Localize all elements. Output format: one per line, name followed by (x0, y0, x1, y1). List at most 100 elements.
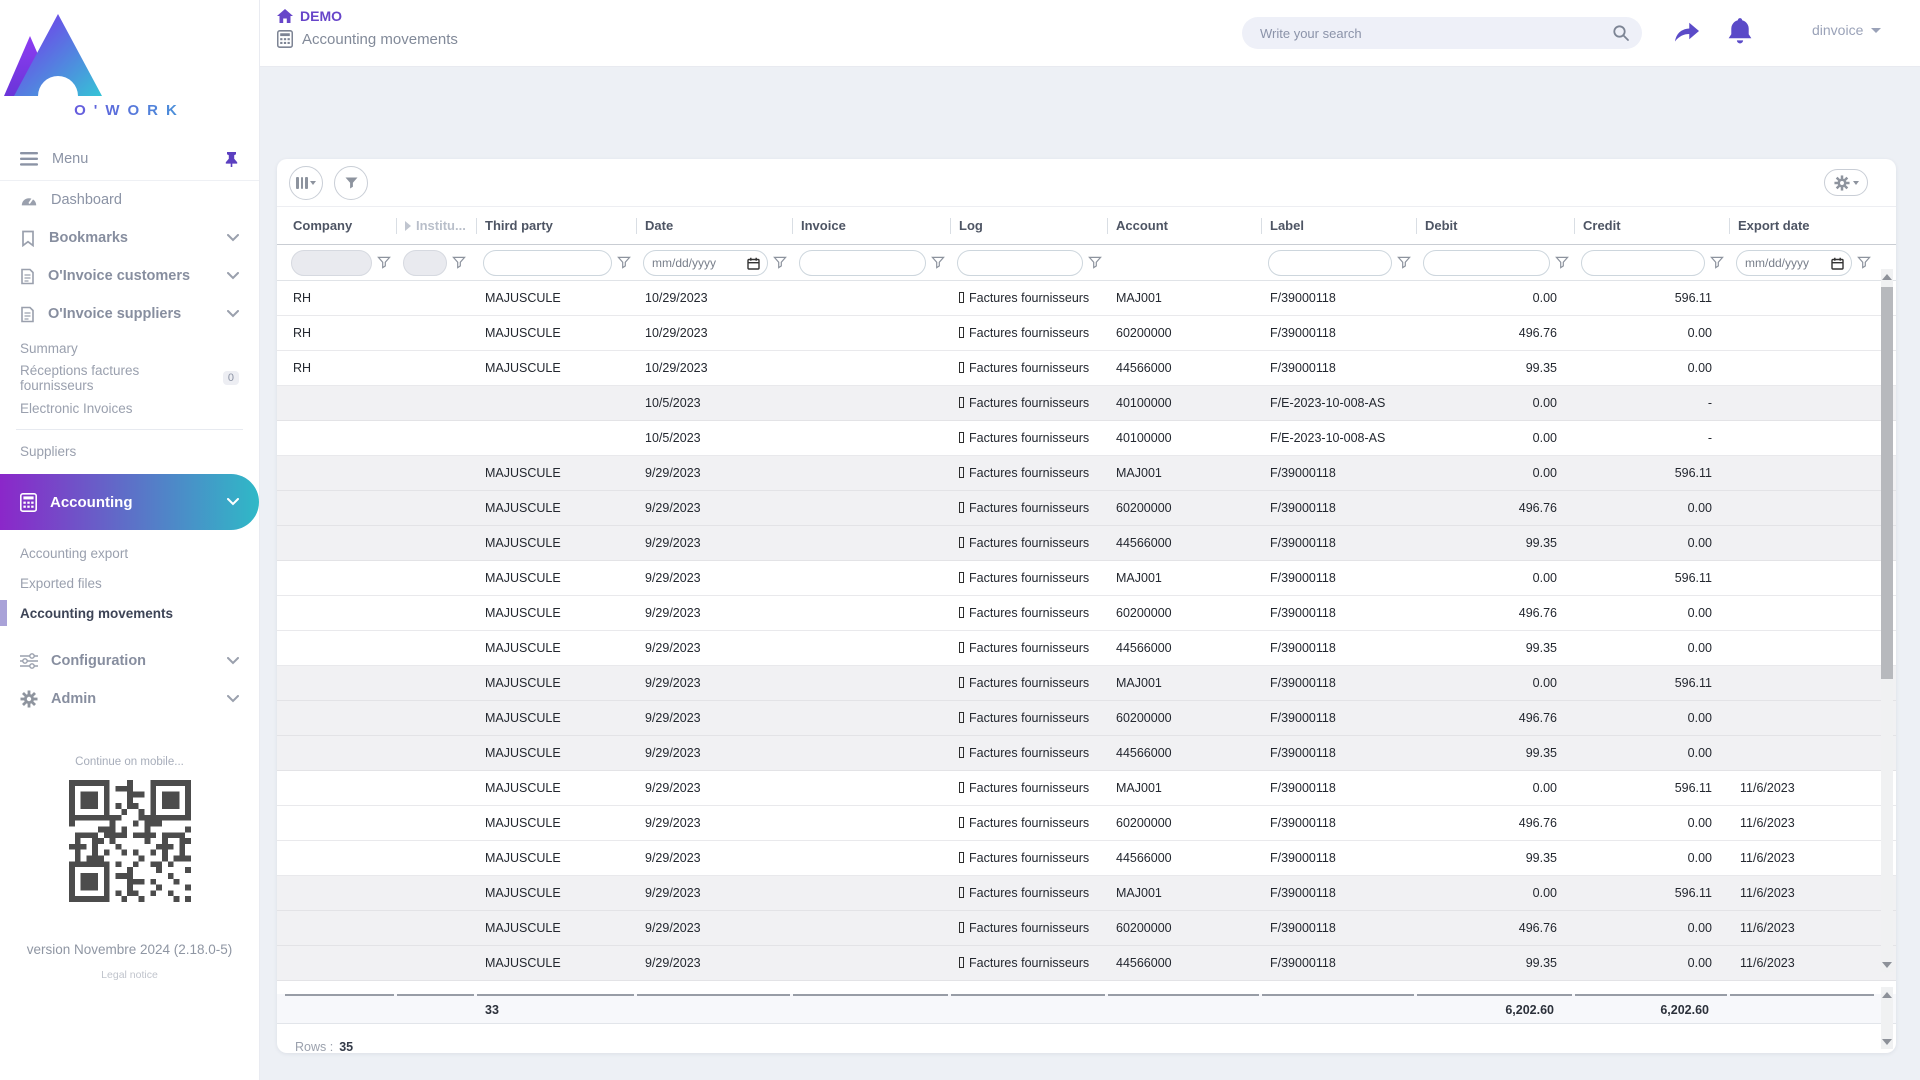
col-header-export-date[interactable]: Export date (1730, 207, 1877, 244)
table-row[interactable]: MAJUSCULE9/29/2023Factures fournisseurs6… (277, 596, 1896, 631)
calendar-icon[interactable] (747, 257, 760, 270)
filter-date-input[interactable] (652, 256, 759, 270)
funnel-icon[interactable] (452, 256, 466, 269)
filter-button[interactable] (334, 166, 368, 200)
vertical-scrollbar[interactable] (1881, 269, 1893, 972)
col-header-institution[interactable]: Institu... (397, 207, 477, 244)
filter-credit-input[interactable] (1590, 256, 1696, 270)
table-row[interactable]: 10/5/2023Factures fournisseurs40100000F/… (277, 386, 1896, 421)
cell-debit: 496.76 (1417, 326, 1575, 340)
scroll-up-arrow-icon[interactable] (1882, 274, 1892, 280)
funnel-icon[interactable] (1857, 256, 1871, 269)
share-icon[interactable] (1672, 16, 1702, 46)
scroll-down-arrow-icon[interactable] (1882, 962, 1892, 968)
filter-label-input[interactable] (1277, 256, 1383, 270)
notifications-bell-icon[interactable] (1726, 16, 1754, 46)
cell-account: 40100000 (1108, 431, 1262, 445)
table-row[interactable]: MAJUSCULE9/29/2023Factures fournisseurs4… (277, 946, 1896, 981)
table-row[interactable]: MAJUSCULE9/29/2023Factures fournisseursM… (277, 666, 1896, 701)
funnel-icon[interactable] (617, 256, 631, 269)
cell-company: RH (285, 291, 397, 305)
scroll-up-arrow-icon[interactable] (1882, 992, 1892, 998)
funnel-icon[interactable] (377, 256, 391, 269)
table-row[interactable]: RHMAJUSCULE10/29/2023Factures fournisseu… (277, 351, 1896, 386)
table-row[interactable]: RHMAJUSCULE10/29/2023Factures fournisseu… (277, 316, 1896, 351)
col-header-credit[interactable]: Credit (1575, 207, 1730, 244)
menu-toggle[interactable]: Menu (0, 137, 259, 181)
table-row[interactable]: MAJUSCULE9/29/2023Factures fournisseurs6… (277, 701, 1896, 736)
funnel-icon[interactable] (1088, 256, 1102, 269)
table-settings-button[interactable] (1824, 169, 1868, 196)
sidebar-item-admin[interactable]: Admin (0, 680, 259, 718)
cell-credit: 0.00 (1575, 501, 1730, 515)
sidebar-subitem-accounting-export[interactable]: Accounting export (0, 538, 259, 568)
table-row[interactable]: MAJUSCULE9/29/2023Factures fournisseursM… (277, 456, 1896, 491)
subitem-label: Réceptions factures fournisseurs (20, 363, 215, 393)
funnel-icon[interactable] (773, 256, 787, 269)
filter-invoice-input[interactable] (808, 256, 917, 270)
col-header-log[interactable]: Log (951, 207, 1108, 244)
pin-icon[interactable] (224, 151, 239, 167)
table-row[interactable]: RHMAJUSCULE10/29/2023Factures fournisseu… (277, 281, 1896, 316)
search-icon[interactable] (1612, 24, 1630, 42)
cell-export-date: 11/6/2023 (1730, 781, 1877, 795)
table-row[interactable]: MAJUSCULE9/29/2023Factures fournisseurs6… (277, 806, 1896, 841)
table-row[interactable]: MAJUSCULE9/29/2023Factures fournisseurs4… (277, 736, 1896, 771)
scroll-down-arrow-icon[interactable] (1882, 1039, 1892, 1045)
funnel-icon[interactable] (1397, 256, 1411, 269)
cell-label: F/39000118 (1262, 536, 1417, 550)
gear-icon (1834, 175, 1850, 191)
col-header-date[interactable]: Date (637, 207, 793, 244)
sidebar-item-oinvoice-customers[interactable]: O'Invoice customers (0, 257, 259, 295)
table-row[interactable]: MAJUSCULE9/29/2023Factures fournisseurs6… (277, 911, 1896, 946)
funnel-icon[interactable] (931, 256, 945, 269)
col-header-third-party[interactable]: Third party (477, 207, 637, 244)
legal-notice-link[interactable]: Legal notice (0, 969, 259, 981)
columns-button[interactable] (289, 166, 323, 200)
sidebar-subitem-accounting-movements[interactable]: Accounting movements (0, 598, 259, 628)
sidebar-subitem-exported-files[interactable]: Exported files (0, 568, 259, 598)
table-row[interactable]: MAJUSCULE9/29/2023Factures fournisseurs6… (277, 491, 1896, 526)
sidebar-subitem-suppliers[interactable]: Suppliers (0, 436, 259, 466)
table-row[interactable]: 10/5/2023Factures fournisseurs40100000F/… (277, 421, 1896, 456)
search-input[interactable] (1260, 26, 1612, 41)
col-header-company[interactable]: Company (285, 207, 397, 244)
col-header-account[interactable]: Account (1108, 207, 1262, 244)
filter-export-date-input[interactable] (1745, 256, 1843, 270)
funnel-icon[interactable] (1555, 256, 1569, 269)
table-row[interactable]: MAJUSCULE9/29/2023Factures fournisseursM… (277, 771, 1896, 806)
breadcrumb-home[interactable]: DEMO (277, 8, 458, 24)
user-menu[interactable]: dinvoice (1812, 22, 1881, 38)
cell-third-party: MAJUSCULE (477, 536, 637, 550)
funnel-icon[interactable] (1710, 256, 1724, 269)
cell-date: 10/29/2023 (637, 326, 793, 340)
expand-column-icon[interactable] (405, 221, 411, 231)
calendar-icon[interactable] (1831, 257, 1844, 270)
sidebar-subitem-summary[interactable]: Summary (0, 333, 259, 363)
table-row[interactable]: MAJUSCULE9/29/2023Factures fournisseursM… (277, 561, 1896, 596)
table-row[interactable]: MAJUSCULE9/29/2023Factures fournisseurs4… (277, 631, 1896, 666)
sidebar-item-configuration[interactable]: Configuration (0, 642, 259, 680)
missing-glyph-icon (959, 712, 964, 723)
cell-date: 9/29/2023 (637, 781, 793, 795)
sidebar-item-bookmarks[interactable]: Bookmarks (0, 219, 259, 257)
footer-scrollbar[interactable] (1881, 987, 1893, 1049)
table-row[interactable]: MAJUSCULE9/29/2023Factures fournisseurs4… (277, 841, 1896, 876)
sidebar-item-dashboard[interactable]: Dashboard (0, 181, 259, 219)
filter-debit-input[interactable] (1432, 256, 1541, 270)
cell-account: 44566000 (1108, 641, 1262, 655)
table-row[interactable]: MAJUSCULE9/29/2023Factures fournisseurs4… (277, 526, 1896, 561)
table-row[interactable]: MAJUSCULE9/29/2023Factures fournisseursM… (277, 876, 1896, 911)
sidebar-subitem-electronic-invoices[interactable]: Electronic Invoices (0, 393, 259, 423)
cell-third-party: MAJUSCULE (477, 641, 637, 655)
cell-log: Factures fournisseurs (951, 501, 1108, 515)
col-header-invoice[interactable]: Invoice (793, 207, 951, 244)
sidebar-subitem-receptions[interactable]: Réceptions factures fournisseurs 0 (0, 363, 259, 393)
scrollbar-thumb[interactable] (1881, 287, 1893, 679)
sidebar-item-accounting[interactable]: Accounting (0, 474, 259, 530)
filter-third-party-input[interactable] (492, 256, 603, 270)
sidebar-item-oinvoice-suppliers[interactable]: O'Invoice suppliers (0, 295, 259, 333)
filter-log-input[interactable] (966, 256, 1074, 270)
col-header-label[interactable]: Label (1262, 207, 1417, 244)
col-header-debit[interactable]: Debit (1417, 207, 1575, 244)
